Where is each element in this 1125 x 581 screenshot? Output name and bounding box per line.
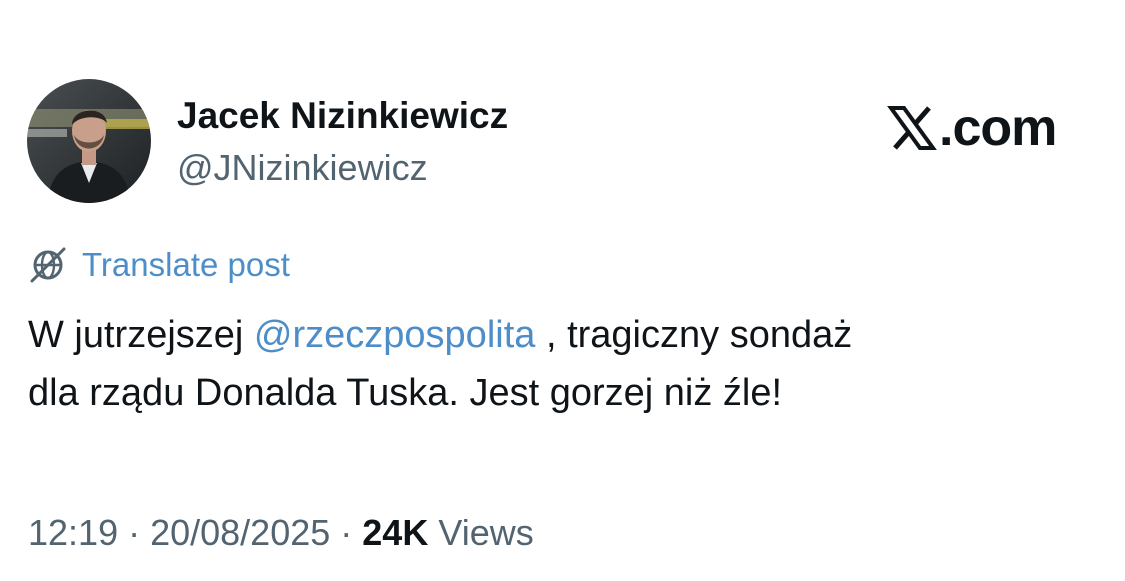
- post-text-line2: dla rządu Donalda Tuska. Jest gorzej niż…: [28, 372, 783, 414]
- brand-text: .com: [939, 99, 1057, 157]
- globe-icon: [28, 245, 68, 285]
- brand-logo: .com: [887, 99, 1057, 157]
- views-label: Views: [428, 512, 534, 553]
- translate-post-button[interactable]: Translate post: [28, 244, 290, 286]
- post-text-start: W jutrzejszej: [28, 314, 254, 356]
- author-handle[interactable]: @JNizinkiewicz: [177, 146, 428, 190]
- post-meta: 12:19 · 20/08/2025 · 24K Views: [28, 510, 534, 556]
- views-count: 24K: [362, 512, 429, 553]
- mention-link[interactable]: @rzeczpospolita: [254, 314, 535, 356]
- post-time[interactable]: 12:19: [28, 512, 118, 553]
- post-date[interactable]: 20/08/2025: [150, 512, 330, 553]
- meta-separator: ·: [330, 512, 363, 553]
- meta-separator: ·: [118, 512, 151, 553]
- author-name[interactable]: Jacek Nizinkiewicz: [177, 94, 508, 138]
- x-logo-icon: [887, 103, 937, 153]
- post-text: W jutrzejszej @rzeczpospolita , tragiczn…: [28, 306, 1098, 422]
- post-text-line1-end: , tragiczny sondaż: [535, 314, 853, 356]
- avatar[interactable]: [27, 79, 151, 203]
- translate-post-label: Translate post: [82, 246, 290, 283]
